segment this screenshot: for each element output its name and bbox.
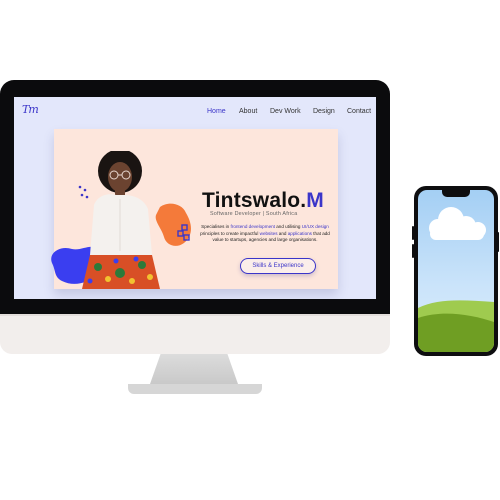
skills-experience-button[interactable]: Skills & Experience — [240, 258, 316, 274]
hero-subtitle: Software Developer | South Africa — [210, 211, 298, 217]
phone-screen — [418, 190, 494, 352]
hero-description: Specialises in frontend development and … — [200, 224, 330, 244]
hero-name-accent: M — [306, 189, 324, 212]
hero-name-main: Tintswalo. — [202, 189, 307, 212]
phone-mockup — [414, 186, 498, 356]
desc-highlight: frontend development — [230, 224, 275, 229]
nav-dev-work[interactable]: Dev Work — [270, 108, 301, 115]
portrait-photo — [78, 151, 160, 289]
nav-about[interactable]: About — [239, 108, 257, 115]
desc-text: and utilising — [274, 224, 302, 229]
imac-chin — [0, 314, 390, 354]
nav-home[interactable]: Home — [207, 108, 226, 115]
imac-stand-foot — [128, 384, 262, 394]
desc-highlight: UI/UX design — [301, 224, 329, 229]
site-logo[interactable]: Tm — [22, 103, 39, 116]
desc-text: and — [277, 230, 288, 236]
nav-design[interactable]: Design — [313, 108, 335, 115]
imac-stand-neck — [150, 354, 238, 384]
phone-wallpaper — [418, 207, 494, 352]
cloud-icon — [429, 207, 486, 240]
navbar: Tm Home About Dev Work Design Contact — [14, 97, 376, 127]
hills-icon — [418, 300, 494, 352]
desc-highlight: websites — [259, 230, 278, 236]
desktop-screen: Tm Home About Dev Work Design Contact Ti… — [14, 97, 376, 299]
nav-contact[interactable]: Contact — [347, 108, 371, 115]
desc-highlight: applications — [287, 230, 312, 236]
phone-notch — [442, 190, 470, 197]
hero-card: Tintswalo.M Software Developer | South A… — [51, 129, 338, 289]
desc-text: principles to create impactful — [200, 230, 260, 236]
desc-text: Specialises in — [201, 224, 231, 229]
hero-name: Tintswalo.M — [202, 189, 324, 213]
